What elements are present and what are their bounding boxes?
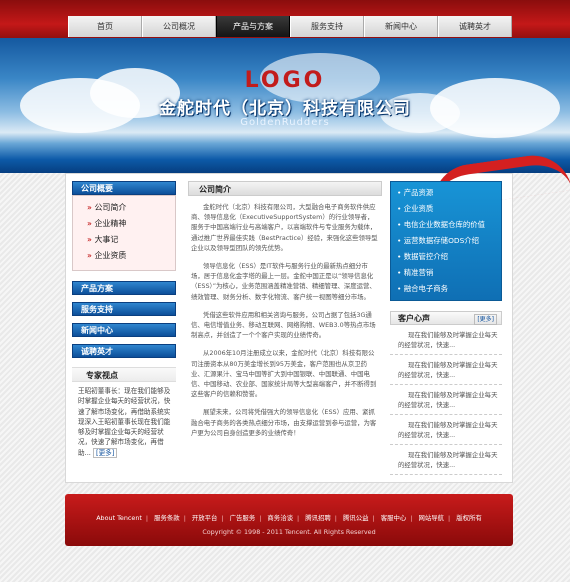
expert-more-link[interactable]: [更多]	[93, 447, 118, 458]
overview-item[interactable]: 大事记	[87, 232, 175, 248]
customer-voice-item[interactable]: 现在我们能够及时掌握企业每天的经营状况，快速...	[390, 445, 502, 475]
footer-link[interactable]: 客服中心	[379, 514, 409, 522]
footer-link[interactable]: 服务条款	[152, 514, 182, 522]
expert-body: 王昭初董事长：现在我们能够及时掌握企业每天的经营状况，快速了解市场变化，再借助系…	[78, 387, 171, 457]
sidebar-button-jobs[interactable]: 诚聘英才	[72, 344, 176, 358]
main-content: 公司简介 金舵时代（北京）科技有限公司，大型融合电子商务软件供应商、领导信息化（…	[188, 181, 382, 438]
overview-item[interactable]: 公司简介	[87, 200, 175, 216]
footer-links: About Tencent | 服务条款 | 开放平台 | 广告服务 | 商务洽谈 | 腾…	[94, 514, 484, 522]
footer-link[interactable]: 腾讯招聘	[303, 514, 333, 522]
nav-news[interactable]: 新闻中心	[364, 16, 438, 37]
overview-item[interactable]: 企业精神	[87, 216, 175, 232]
site-footer: About Tencent | 服务条款 | 开放平台 | 广告服务 | 商务洽谈 | 腾…	[65, 494, 513, 546]
nav-home[interactable]: 首页	[68, 16, 142, 37]
customer-voice-item[interactable]: 现在我们能够及时掌握企业每天的经营状况，快速...	[390, 355, 502, 385]
resource-item[interactable]: 企业资质	[397, 201, 501, 217]
intro-text: 金舵时代（北京）科技有限公司，大型融合电子商务软件供应商、领导信息化（Execu…	[188, 202, 382, 438]
footer-link[interactable]: 商务洽谈	[265, 514, 295, 522]
customer-voice-item[interactable]: 现在我们能够及时掌握企业每天的经营状况，快速...	[390, 325, 502, 355]
company-name: 金舵时代（北京）科技有限公司	[159, 99, 411, 119]
footer-link[interactable]: 开放平台	[190, 514, 220, 522]
sidebar-button-products[interactable]: 产品方案	[72, 281, 176, 295]
expert-heading: 专家视点	[72, 367, 176, 382]
customer-voice-heading: 客户心声 [更多]	[390, 311, 502, 325]
sidebar-button-news[interactable]: 新闻中心	[72, 323, 176, 337]
resource-item[interactable]: 精准营销	[397, 265, 501, 281]
right-sidebar: 产品资源 企业资质 电信企业数据仓库的价值 运营数据存储ODS介绍 数据管控介绍…	[390, 181, 502, 475]
left-sidebar: 公司概要 公司简介 企业精神 大事记 企业资质 产品方案 服务支持 新闻中心 诚…	[72, 181, 176, 458]
main-nav: 首页 公司概况 产品与方案 服务支持 新闻中心 诚聘英才	[68, 16, 512, 37]
hero-banner: LOGO 金舵时代（北京）科技有限公司 GoldenRudders	[0, 38, 570, 173]
nav-company[interactable]: 公司概况	[142, 16, 216, 37]
nav-jobs[interactable]: 诚聘英才	[438, 16, 512, 37]
footer-link[interactable]: 网站导航	[416, 514, 446, 522]
customer-voice-item[interactable]: 现在我们能够及时掌握企业每天的经营状况，快速...	[390, 415, 502, 445]
customer-voice-title: 客户心声	[398, 314, 430, 323]
footer-link[interactable]: About Tencent	[94, 514, 144, 522]
overview-heading[interactable]: 公司概要	[72, 181, 176, 195]
site-logo[interactable]: LOGO	[0, 68, 570, 93]
customer-voice-more-link[interactable]: [更多]	[474, 314, 497, 325]
customer-voice-item[interactable]: 现在我们能够及时掌握企业每天的经营状况，快速...	[390, 385, 502, 415]
resource-item[interactable]: 产品资源	[397, 185, 501, 201]
overview-item[interactable]: 企业资质	[87, 248, 175, 264]
intro-paragraph: 从2006年10月注册成立以来，金舵时代（北京）科技有限公司注册资本从80万美金…	[191, 349, 377, 399]
resource-list: 产品资源 企业资质 电信企业数据仓库的价值 运营数据存储ODS介绍 数据管控介绍…	[390, 181, 502, 301]
footer-link[interactable]: 版权所有	[454, 514, 484, 522]
resource-item[interactable]: 数据管控介绍	[397, 249, 501, 265]
resource-item[interactable]: 电信企业数据仓库的价值	[397, 217, 501, 233]
sidebar-button-service[interactable]: 服务支持	[72, 302, 176, 316]
nav-products[interactable]: 产品与方案	[216, 16, 290, 37]
nav-service[interactable]: 服务支持	[290, 16, 364, 37]
company-name-en: GoldenRudders	[240, 117, 330, 128]
footer-link[interactable]: 广告服务	[228, 514, 258, 522]
intro-paragraph: 展望未来，公司将凭借强大的领导信息化（ESS）应用、紧抓融合电子商务的各类热点细…	[191, 408, 377, 437]
intro-paragraph: 领导信息化（ESS）是IT软件与服务行业的最新热点细分市场，居于信息化金字塔的最…	[191, 262, 376, 301]
resource-item[interactable]: 运营数据存储ODS介绍	[397, 233, 501, 249]
overview-list: 公司简介 企业精神 大事记 企业资质	[72, 195, 176, 271]
resource-item[interactable]: 融合电子商务	[397, 281, 501, 297]
expert-text: 王昭初董事长：现在我们能够及时掌握企业每天的经营状况，快速了解市场变化，再借助系…	[72, 382, 176, 458]
footer-link[interactable]: 腾讯公益	[341, 514, 371, 522]
intro-paragraph: 金舵时代（北京）科技有限公司，大型融合电子商务软件供应商、领导信息化（Execu…	[191, 203, 378, 252]
intro-heading: 公司简介	[188, 181, 382, 196]
intro-paragraph: 凭借这些软件应用和相关咨询与服务，公司占据了包括3G通信、电信增值业务、移动互联…	[191, 310, 376, 340]
copyright-text: Copyright © 1998 - 2011 Tencent. All Rig…	[202, 528, 376, 536]
